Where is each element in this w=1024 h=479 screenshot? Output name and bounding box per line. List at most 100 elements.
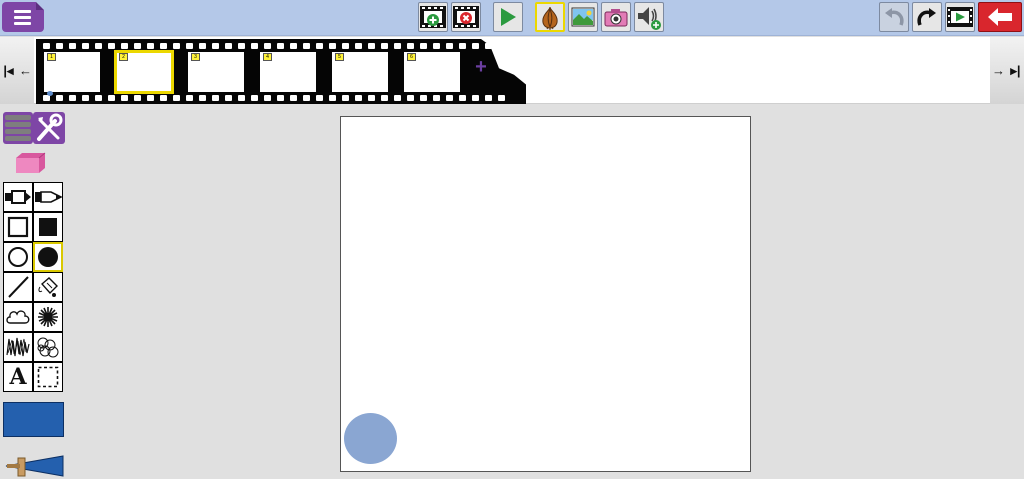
scribble-brush-tool-button[interactable] (3, 332, 33, 362)
top-toolbar (0, 0, 1024, 36)
drawn-circle-shape[interactable] (344, 413, 397, 464)
circles-stamp-tool-button[interactable] (33, 332, 63, 362)
film-perforation (147, 95, 154, 101)
circle-filled-tool-button[interactable] (33, 242, 63, 272)
rectangle-filled-tool-button[interactable] (33, 212, 63, 242)
play-button[interactable] (493, 2, 523, 32)
film-perforation (355, 95, 362, 101)
rectangle-outline-tool-button[interactable] (3, 212, 33, 242)
film-frame-1[interactable]: 1 (44, 52, 100, 96)
drawing-canvas[interactable] (340, 116, 751, 472)
redo-button[interactable] (912, 2, 942, 32)
film-perforation (173, 95, 180, 101)
delete-frame-icon (453, 6, 479, 28)
add-sound-button[interactable] (634, 2, 664, 32)
circle-filled-icon (36, 245, 60, 269)
animation-app: |◂ ← → ▸| 1 2 3 4 5 6 + A (0, 0, 1024, 479)
film-frame-2[interactable]: 2 (114, 50, 174, 94)
film-perforation (459, 95, 466, 101)
camera-icon (604, 9, 628, 27)
preview-movie-button[interactable] (945, 2, 975, 32)
frame-number-label: 5 (335, 53, 344, 61)
circle-outline-icon (6, 245, 30, 269)
exit-icon (988, 8, 1012, 26)
film-perforation (264, 95, 271, 101)
film-perforation (238, 95, 245, 101)
film-perforation (329, 43, 336, 49)
tool-settings-button[interactable] (3, 112, 65, 144)
next-frame-button[interactable]: → (990, 37, 1007, 104)
splatter-brush-tool-button[interactable] (33, 302, 63, 332)
add-frame-button[interactable] (418, 2, 448, 32)
film-perforation (199, 43, 206, 49)
film-perforation (160, 43, 167, 49)
camera-button[interactable] (601, 2, 631, 32)
redo-icon (917, 8, 936, 26)
menu-button[interactable] (2, 2, 44, 32)
film-perforation (199, 95, 206, 101)
exit-button[interactable] (978, 2, 1022, 32)
current-color-swatch[interactable] (3, 402, 64, 437)
film-perforation (134, 95, 141, 101)
delete-frame-button[interactable] (451, 2, 481, 32)
line-tool-button[interactable] (3, 272, 33, 302)
film-perforation (472, 43, 479, 49)
add-frame-plus-button[interactable]: + (473, 56, 489, 78)
film-perforation (355, 43, 362, 49)
background-image-button[interactable] (568, 2, 598, 32)
film-frame-5[interactable]: 5 (332, 52, 388, 92)
film-perforation (82, 95, 89, 101)
first-frame-button[interactable]: |◂ (0, 37, 17, 104)
film-perforation (303, 43, 310, 49)
film-perforation (459, 43, 466, 49)
film-frame-6[interactable]: 6 (404, 52, 460, 92)
film-perforation (95, 43, 102, 49)
previous-frame-button[interactable]: ← (17, 37, 34, 104)
preview-movie-icon (947, 7, 973, 27)
film-perforation (56, 95, 63, 101)
fill-bucket-tool-button[interactable] (33, 272, 63, 302)
film-perforation (225, 95, 232, 101)
film-perforation (420, 95, 427, 101)
cloud-brush-icon (5, 306, 31, 328)
film-frame-3[interactable]: 3 (188, 52, 244, 92)
cloud-brush-tool-button[interactable] (3, 302, 33, 332)
film-perforation (394, 43, 401, 49)
film-perforation (381, 95, 388, 101)
arrow-right-icon: → (992, 63, 1005, 78)
film-perforation (82, 43, 89, 49)
rectangle-outline-icon (6, 215, 30, 239)
film-perforation (277, 95, 284, 101)
text-tool-button[interactable]: A (3, 362, 33, 392)
film-perforation (420, 43, 427, 49)
frame-number-label: 3 (191, 53, 200, 61)
film-perforation (212, 95, 219, 101)
frame-number-label: 6 (407, 53, 416, 61)
pencil-tool-button[interactable] (33, 182, 63, 212)
film-perforation (329, 95, 336, 101)
skip-start-icon: |◂ (3, 62, 14, 78)
brush-size-icon (5, 455, 64, 477)
onion-skin-button[interactable] (535, 2, 565, 32)
circle-outline-tool-button[interactable] (3, 242, 33, 272)
plus-icon: + (475, 56, 487, 78)
select-area-icon (36, 365, 60, 389)
film-perforation (108, 95, 115, 101)
film-frame-4[interactable]: 4 (260, 52, 316, 92)
brush-size-indicator[interactable] (3, 454, 64, 478)
marker-tool-button[interactable] (3, 182, 33, 212)
film-perforation (121, 43, 128, 49)
circles-stamp-icon (35, 335, 61, 359)
film-perforation (134, 43, 141, 49)
film-perforation (147, 43, 154, 49)
film-perforation (433, 43, 440, 49)
select-area-tool-button[interactable] (33, 362, 63, 392)
fill-bucket-icon (36, 275, 60, 299)
frame-number-label: 2 (119, 53, 128, 61)
film-perforation (290, 95, 297, 101)
last-frame-button[interactable]: ▸| (1007, 37, 1024, 104)
eraser-button[interactable] (14, 152, 46, 174)
undo-button[interactable] (879, 2, 909, 32)
film-perforation (368, 95, 375, 101)
film-perforation (69, 95, 76, 101)
